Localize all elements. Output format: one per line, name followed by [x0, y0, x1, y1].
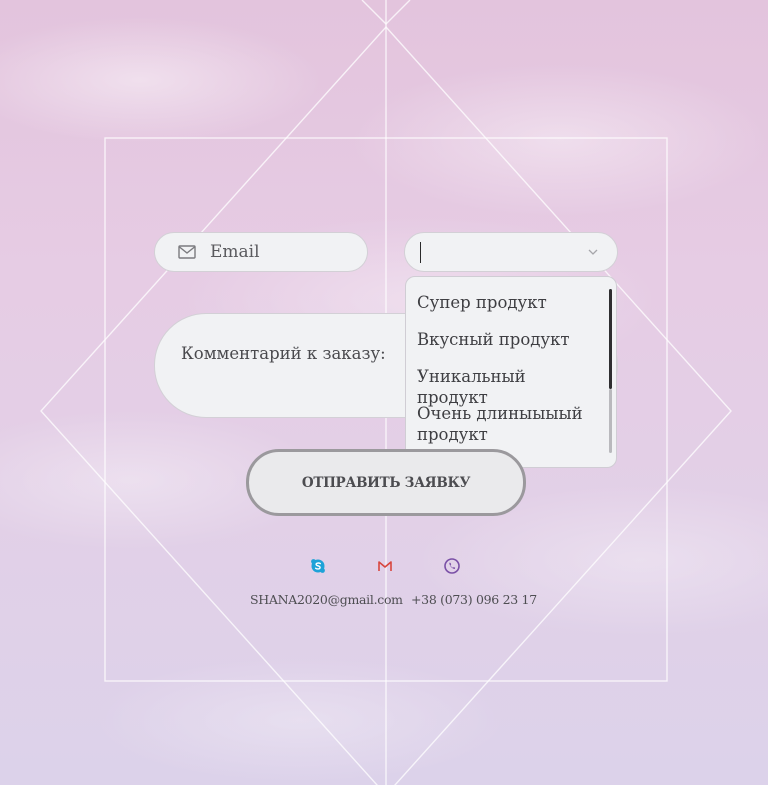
text-cursor — [420, 242, 421, 263]
email-field[interactable]: Email — [154, 232, 368, 272]
scrollbar-track[interactable] — [609, 389, 612, 453]
dropdown-option[interactable]: Уникальный продукт — [417, 366, 597, 408]
skype-icon[interactable] — [310, 558, 326, 574]
contact-email[interactable]: SHANA2020@gmail.com — [250, 592, 403, 607]
dropdown-option[interactable]: Очень длиныыыый продукт — [417, 403, 597, 445]
product-select[interactable] — [404, 232, 618, 272]
mail-icon — [178, 245, 196, 259]
dropdown-option[interactable]: Вкусный продукт — [417, 329, 597, 350]
scrollbar-thumb[interactable] — [609, 289, 612, 389]
viber-icon[interactable] — [444, 558, 460, 574]
gmail-icon[interactable] — [377, 558, 393, 574]
comment-placeholder: Комментарий к заказу: — [181, 344, 386, 363]
product-dropdown-list: Супер продукт Вкусный продукт Уникальный… — [405, 276, 617, 468]
contact-phone[interactable]: +38 (073) 096 23 17 — [411, 592, 537, 607]
dropdown-option[interactable]: Супер продукт — [417, 292, 597, 313]
chevron-down-icon — [588, 249, 598, 255]
submit-button[interactable]: ОТПРАВИТЬ ЗАЯВКУ — [246, 449, 526, 516]
email-placeholder: Email — [210, 242, 260, 262]
